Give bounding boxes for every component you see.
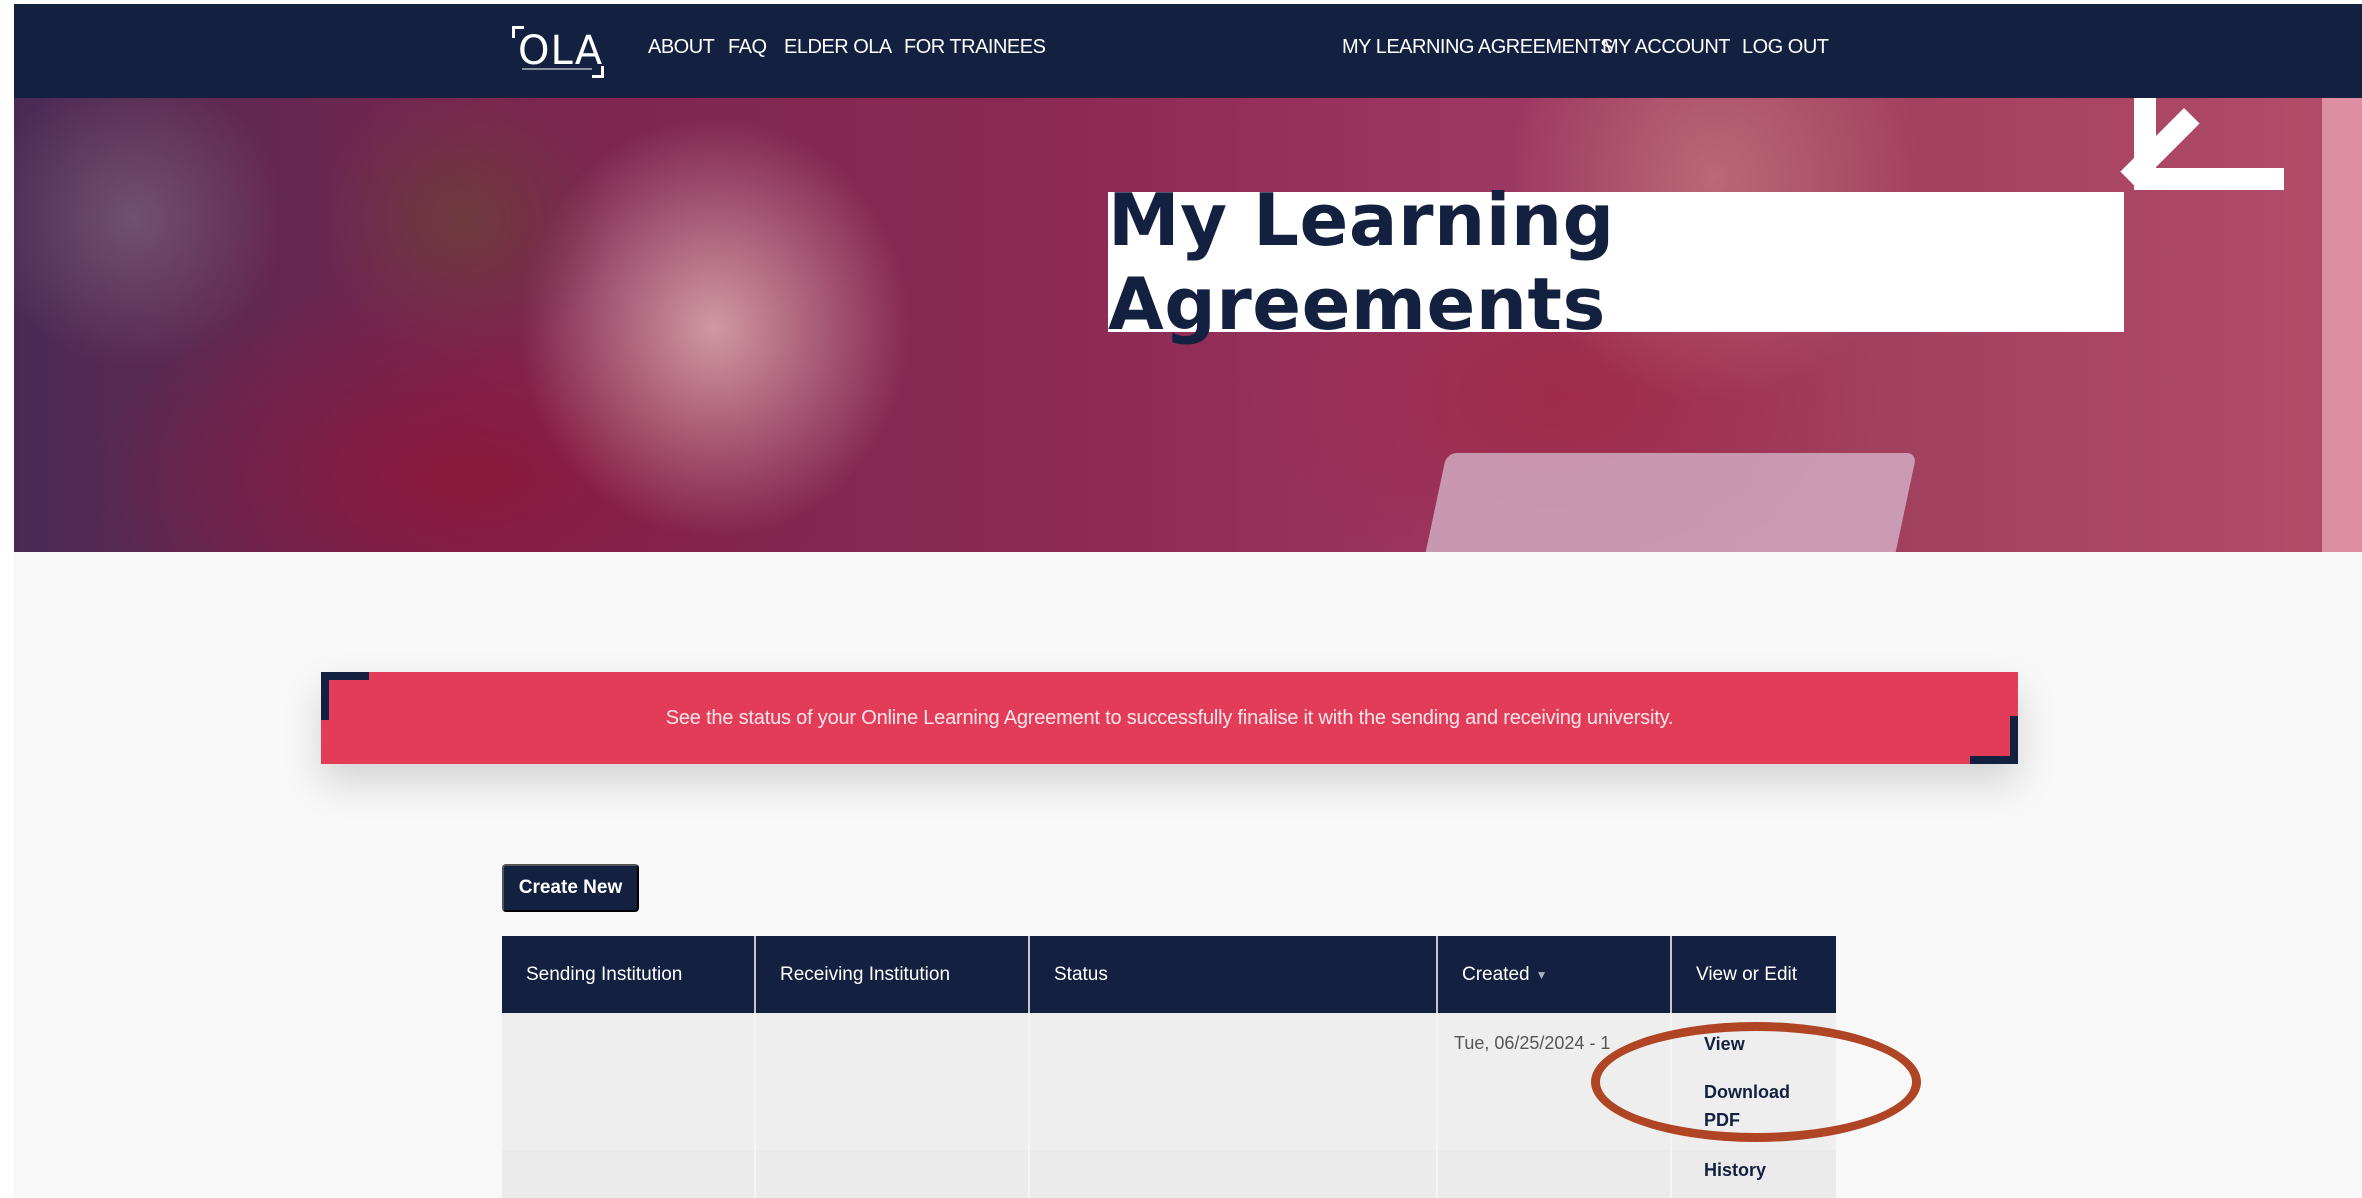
col-view-or-edit: View or Edit bbox=[1672, 936, 1836, 1013]
download-pdf-link-line2[interactable]: PDF bbox=[1704, 1106, 1740, 1134]
arrow-down-left-icon bbox=[2120, 98, 2284, 190]
ola-logo[interactable]: OLA bbox=[508, 24, 608, 78]
nav-my-account[interactable]: MY ACCOUNT bbox=[1602, 36, 1730, 59]
col-header-label: Status bbox=[1054, 963, 1108, 985]
hero-photo-edge bbox=[2322, 98, 2362, 552]
nav-my-learning-agreements[interactable]: MY LEARNING AGREEMENTS bbox=[1342, 36, 1613, 59]
col-sending-institution[interactable]: Sending Institution bbox=[502, 936, 756, 1013]
table-header: Sending Institution Receiving Institutio… bbox=[502, 936, 1836, 1013]
nav-elder-ola[interactable]: ELDER OLA bbox=[784, 36, 892, 59]
cell-sending-institution bbox=[502, 1013, 756, 1198]
info-banner-text: See the status of your Online Learning A… bbox=[665, 706, 1674, 729]
logo-tagline-line bbox=[522, 68, 592, 70]
nav-for-trainees[interactable]: FOR TRAINEES bbox=[904, 36, 1046, 59]
hero-banner-image: My Learning Agreements bbox=[14, 98, 2362, 552]
cell-created: Tue, 06/25/2024 - 1 bbox=[1438, 1013, 1672, 1198]
create-new-button[interactable]: Create New bbox=[502, 864, 639, 912]
corner-bracket-icon bbox=[321, 672, 369, 720]
corner-bracket-icon bbox=[1970, 716, 2018, 764]
col-header-label: View or Edit bbox=[1696, 963, 1798, 985]
hero-photo-laptop bbox=[1421, 453, 1917, 552]
col-header-label: Sending Institution bbox=[526, 963, 683, 985]
cell-receiving-institution bbox=[756, 1013, 1030, 1198]
col-created[interactable]: Created ▼ bbox=[1438, 936, 1672, 1013]
history-link[interactable]: History bbox=[1704, 1156, 1766, 1184]
page-title: My Learning Agreements bbox=[1108, 178, 1615, 346]
col-header-label: Created bbox=[1462, 963, 1530, 985]
table-row: Tue, 06/25/2024 - 1 bbox=[502, 1013, 1836, 1198]
download-pdf-link[interactable]: Download bbox=[1704, 1078, 1790, 1106]
top-navbar: OLA ABOUT FAQ ELDER OLA FOR TRAINEES MY … bbox=[14, 4, 2362, 98]
cell-status bbox=[1030, 1013, 1438, 1198]
col-status[interactable]: Status bbox=[1030, 936, 1438, 1013]
page: OLA ABOUT FAQ ELDER OLA FOR TRAINEES MY … bbox=[14, 4, 2362, 1198]
nav-faq[interactable]: FAQ bbox=[728, 36, 767, 59]
nav-about[interactable]: ABOUT bbox=[648, 36, 715, 59]
sort-desc-icon[interactable]: ▼ bbox=[1536, 968, 1548, 982]
hero-photo-detail bbox=[314, 98, 614, 358]
nav-log-out[interactable]: LOG OUT bbox=[1742, 36, 1829, 59]
col-header-label: Receiving Institution bbox=[780, 963, 951, 985]
logo-corner-icon bbox=[592, 66, 604, 78]
col-receiving-institution[interactable]: Receiving Institution bbox=[756, 936, 1030, 1013]
view-link[interactable]: View bbox=[1704, 1030, 1745, 1058]
learning-agreements-table: Sending Institution Receiving Institutio… bbox=[502, 936, 1836, 1198]
info-banner: See the status of your Online Learning A… bbox=[321, 672, 2018, 764]
page-title-box: My Learning Agreements bbox=[1108, 178, 2124, 346]
